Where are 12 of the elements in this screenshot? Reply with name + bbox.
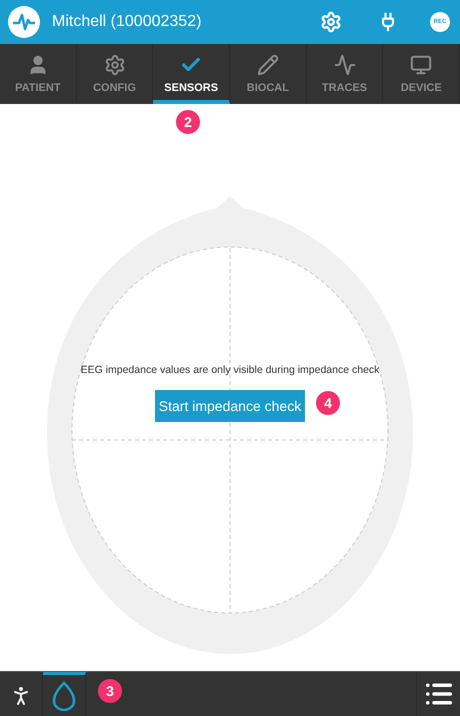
settings-icon [320,11,342,33]
pencil-icon [256,54,279,76]
patient-title: Mitchell (100002352) [52,13,202,31]
monitor-icon [410,54,432,76]
settings-button[interactable] [320,11,342,33]
start-impedance-button[interactable]: Start impedance check [155,390,305,422]
app-logo [8,6,40,38]
impedance-message: EEG impedance values are only visible during impedance check [80,364,380,376]
gear-icon [104,54,126,76]
pulse-icon [334,54,356,76]
nav-tab[interactable]: SENSORS [153,44,230,104]
annotation-badge: 2 [176,110,200,134]
